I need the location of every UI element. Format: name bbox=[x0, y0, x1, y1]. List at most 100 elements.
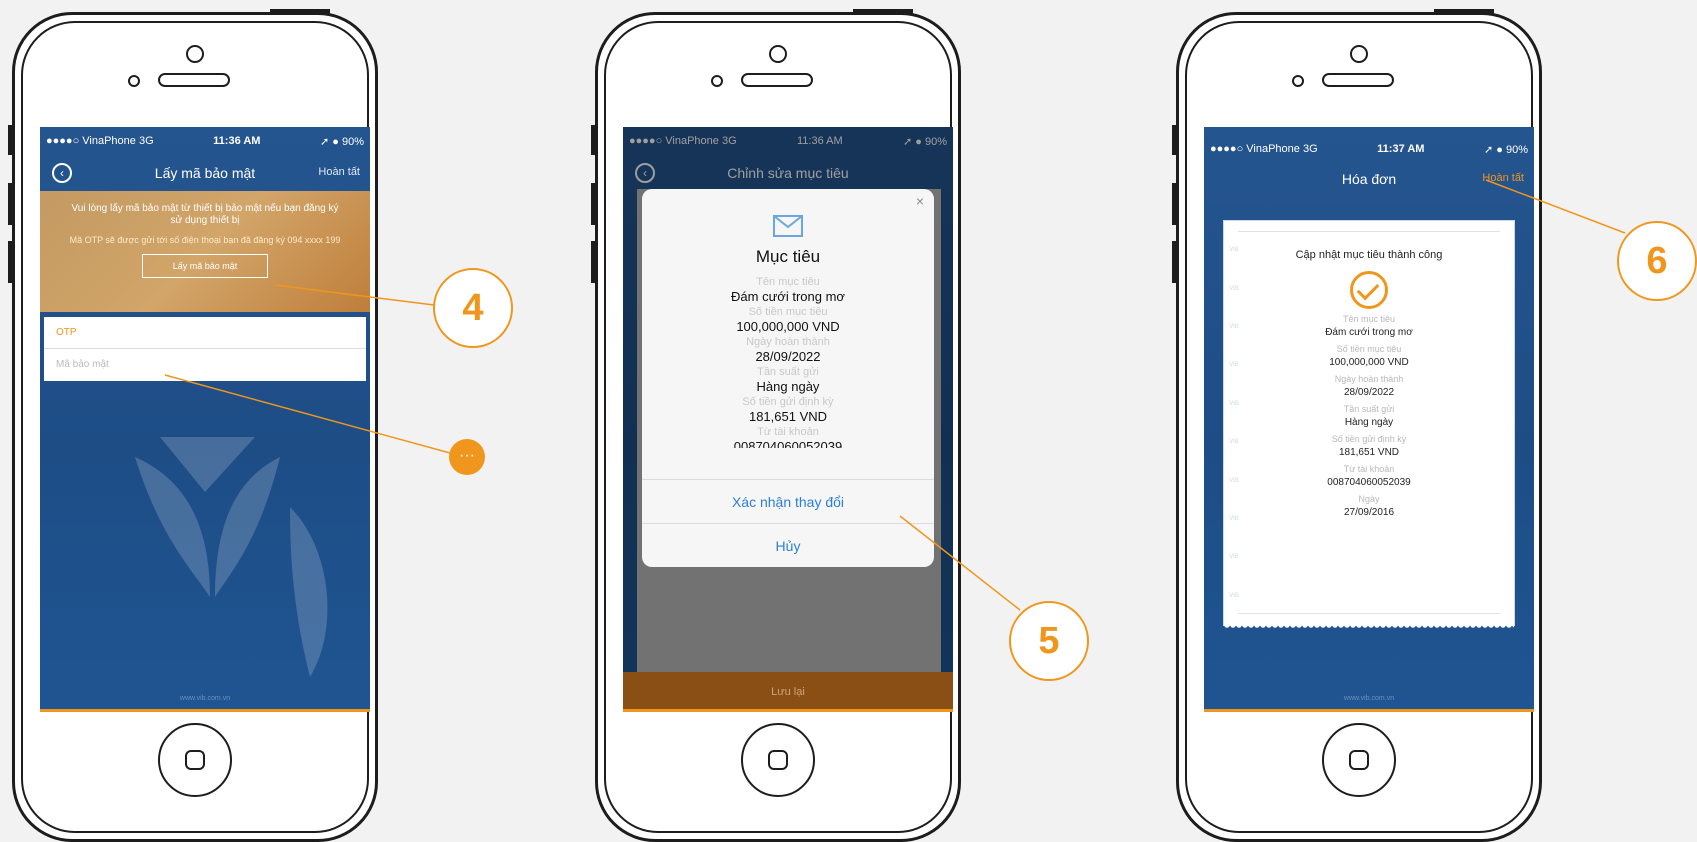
otp-sent-note: Mã OTP sẽ được gửi tới số điện thoại bạn… bbox=[69, 235, 341, 245]
detail-value: 100,000,000 VND bbox=[1329, 357, 1409, 368]
success-message: Cập nhật mục tiêu thành công bbox=[1295, 249, 1443, 261]
power-button bbox=[853, 9, 913, 13]
screen-otp: ●●●●○ VinaPhone 3G 11:36 AM ➚ ● 90% ‹ Lấ… bbox=[40, 127, 370, 712]
receipt-card: VIB VIB VIB VIB VIB VIB VIB VIB VIB VIB … bbox=[1224, 221, 1514, 630]
battery-indicator: ➚ ● 90% bbox=[320, 136, 364, 148]
security-code-input[interactable]: Mã bảo mật bbox=[44, 349, 366, 381]
success-check-icon bbox=[1350, 271, 1388, 309]
detail-value: 008704060052039 bbox=[733, 439, 843, 448]
detail-label: Tần suất gửi bbox=[757, 366, 819, 378]
detail-value: 100,000,000 VND bbox=[736, 319, 840, 334]
power-button bbox=[1434, 9, 1494, 13]
confirm-dialog: × Mục tiêu Tên mục tiêu Đám cưới trong m… bbox=[642, 189, 934, 567]
security-device-note: Vui lòng lấy mã bảo mật từ thiết bị bảo … bbox=[71, 203, 339, 226]
more-icon[interactable]: ··· bbox=[449, 439, 485, 475]
accent-bar bbox=[1204, 709, 1534, 712]
detail-value: Hàng ngày bbox=[1344, 417, 1394, 428]
step-5-badge: 5 bbox=[1009, 601, 1089, 681]
step-4-badge: 4 bbox=[433, 268, 513, 348]
volume-down-button bbox=[591, 241, 596, 283]
volume-up-button bbox=[8, 183, 13, 225]
detail-value: 28/09/2022 bbox=[1343, 387, 1395, 398]
mute-switch bbox=[1172, 125, 1177, 155]
close-icon[interactable]: × bbox=[916, 193, 924, 209]
detail-value: 27/09/2016 bbox=[1343, 507, 1395, 518]
earpiece-speaker bbox=[1322, 73, 1394, 87]
detail-label: Từ tài khoản bbox=[1343, 464, 1395, 474]
detail-value: Đám cưới trong mơ bbox=[1325, 327, 1413, 338]
screen-edit-goal: ●●●●○ VinaPhone 3G 11:36 AM ➚ ● 90% ‹ Ch… bbox=[623, 127, 953, 712]
volume-down-button bbox=[8, 241, 13, 283]
otp-info-banner: Vui lòng lấy mã bảo mật từ thiết bị bảo … bbox=[40, 191, 370, 312]
home-button[interactable] bbox=[1322, 723, 1396, 797]
mute-switch bbox=[591, 125, 596, 155]
detail-label: Số tiền gửi định kỳ bbox=[1331, 434, 1407, 444]
confirm-change-button[interactable]: Xác nhận thay đổi bbox=[642, 479, 934, 524]
envelope-icon bbox=[773, 215, 803, 237]
phone-frame-3: ●●●●○ VinaPhone 3G 11:37 AM ➚ ● 90% Hóa … bbox=[1172, 9, 1542, 842]
detail-value: Đám cưới trong mơ bbox=[731, 289, 845, 304]
proximity-sensor bbox=[1292, 75, 1304, 87]
step-6-badge: 6 bbox=[1617, 221, 1697, 301]
status-bar: ●●●●○ VinaPhone 3G 11:36 AM ➚ ● 90% bbox=[46, 135, 364, 148]
detail-label: Tần suất gửi bbox=[1343, 404, 1395, 414]
power-button bbox=[270, 9, 330, 13]
receipt-tear-edge bbox=[1224, 625, 1514, 630]
battery-indicator: ➚ ● 90% bbox=[1484, 144, 1528, 156]
done-button[interactable]: Hoàn tất bbox=[318, 166, 360, 178]
footer-url: www.vib.com.vn bbox=[179, 695, 231, 702]
detail-label: Số tiền gửi định kỳ bbox=[742, 396, 834, 408]
watermark-strip: VIB VIB VIB VIB VIB VIB VIB VIB VIB VIB bbox=[1229, 247, 1239, 599]
divider bbox=[1238, 613, 1500, 614]
detail-label: Số tiền mục tiêu bbox=[748, 306, 828, 318]
brand-watermark-icon bbox=[135, 437, 328, 677]
detail-value: 008704060052039 bbox=[1327, 477, 1411, 488]
volume-up-button bbox=[1172, 183, 1177, 225]
phone-frame-1: ●●●●○ VinaPhone 3G 11:36 AM ➚ ● 90% ‹ Lấ… bbox=[8, 9, 378, 842]
accent-bar bbox=[40, 709, 370, 712]
home-button[interactable] bbox=[741, 723, 815, 797]
otp-field[interactable]: OTP bbox=[44, 317, 366, 349]
earpiece-speaker bbox=[158, 73, 230, 87]
detail-label: Ngày bbox=[1358, 494, 1380, 504]
home-button[interactable] bbox=[158, 723, 232, 797]
detail-label: Tên mục tiêu bbox=[756, 276, 820, 288]
done-button[interactable]: Hoàn tất bbox=[1482, 172, 1524, 184]
cancel-button[interactable]: Hủy bbox=[642, 523, 934, 567]
detail-value: 181,651 VND bbox=[748, 409, 828, 424]
carrier-label: ●●●●○ VinaPhone 3G bbox=[46, 135, 154, 147]
divider bbox=[1238, 231, 1500, 232]
front-camera bbox=[769, 45, 787, 63]
detail-label: Từ tài khoản bbox=[757, 426, 819, 438]
volume-up-button bbox=[591, 183, 596, 225]
nav-bar: ‹ Lấy mã bảo mật Hoàn tất bbox=[40, 163, 370, 187]
detail-value: Hàng ngày bbox=[756, 379, 820, 394]
proximity-sensor bbox=[711, 75, 723, 87]
nav-bar: Hóa đơn Hoàn tất bbox=[1204, 169, 1534, 193]
detail-label: Tên mục tiêu bbox=[1342, 314, 1396, 324]
get-code-button[interactable]: Lấy mã bảo mật bbox=[141, 254, 269, 278]
mute-switch bbox=[8, 125, 13, 155]
save-button[interactable]: Lưu lại bbox=[623, 672, 953, 712]
detail-label: Ngày hoàn thành bbox=[1334, 374, 1404, 384]
goal-details: Tên mục tiêu Đám cưới trong mơ Số tiền m… bbox=[642, 275, 934, 448]
detail-value: 28/09/2022 bbox=[755, 349, 821, 364]
screen-invoice: ●●●●○ VinaPhone 3G 11:37 AM ➚ ● 90% Hóa … bbox=[1204, 127, 1534, 712]
volume-down-button bbox=[1172, 241, 1177, 283]
otp-field-label: OTP bbox=[56, 327, 77, 338]
phone-frame-2: ●●●●○ VinaPhone 3G 11:36 AM ➚ ● 90% ‹ Ch… bbox=[591, 9, 961, 842]
status-bar: ●●●●○ VinaPhone 3G 11:37 AM ➚ ● 90% bbox=[1210, 143, 1528, 156]
security-code-placeholder: Mã bảo mật bbox=[56, 359, 109, 370]
detail-label: Ngày hoàn thành bbox=[746, 336, 830, 348]
accent-bar bbox=[623, 709, 953, 712]
receipt-details: Tên mục tiêu Đám cưới trong mơ Số tiền m… bbox=[1224, 313, 1514, 519]
dialog-title: Mục tiêu bbox=[755, 247, 821, 266]
footer-url: www.vib.com.vn bbox=[1343, 695, 1395, 702]
clock: 11:36 AM bbox=[213, 135, 261, 147]
clock: 11:37 AM bbox=[1377, 143, 1425, 155]
proximity-sensor bbox=[128, 75, 140, 87]
front-camera bbox=[1350, 45, 1368, 63]
front-camera bbox=[186, 45, 204, 63]
carrier-label: ●●●●○ VinaPhone 3G bbox=[1210, 143, 1318, 155]
earpiece-speaker bbox=[741, 73, 813, 87]
